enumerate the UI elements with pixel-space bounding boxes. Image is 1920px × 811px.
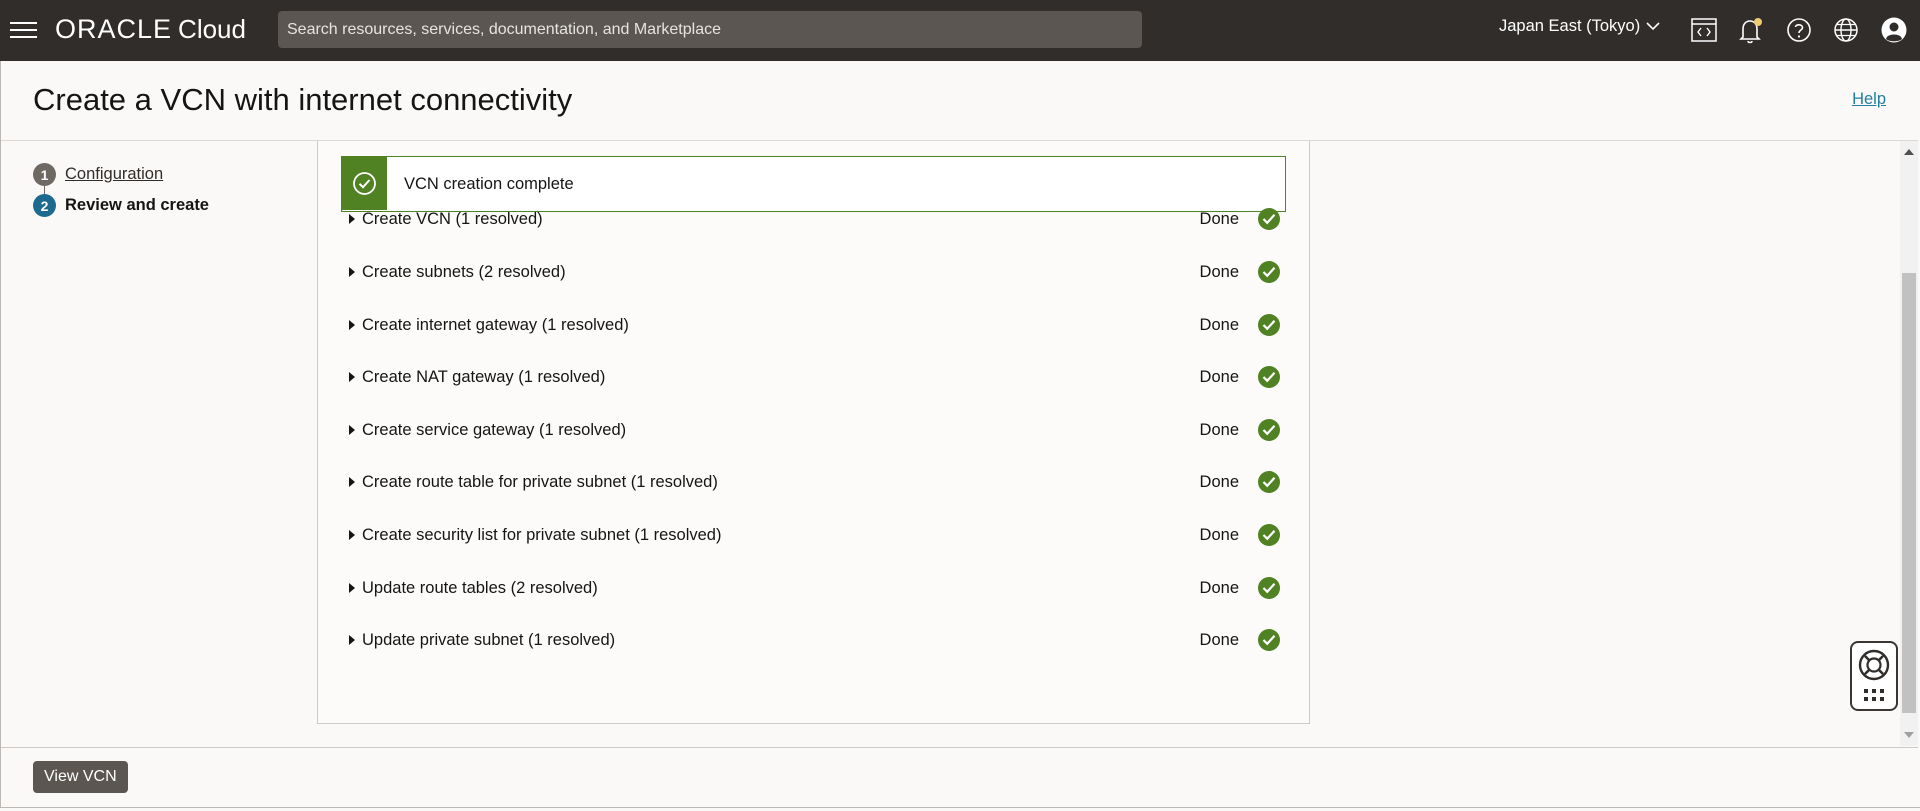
user-profile-icon[interactable] xyxy=(1879,15,1909,45)
region-label: Japan East (Tokyo) xyxy=(1499,17,1641,35)
task-status: Done xyxy=(1199,262,1239,281)
oracle-cloud-logo[interactable]: ORACLE Cloud xyxy=(55,14,246,46)
task-status: Done xyxy=(1199,525,1239,544)
check-circle-icon xyxy=(353,172,376,195)
task-row[interactable]: Create route table for private subnet (1… xyxy=(341,462,1286,502)
top-navigation-bar: ORACLE Cloud Japan East (Tokyo) xyxy=(0,0,1920,61)
check-circle-icon xyxy=(1258,577,1280,599)
page-header: Create a VCN with internet connectivity … xyxy=(1,61,1918,141)
task-label: Create VCN (1 resolved) xyxy=(362,209,543,228)
caret-right-icon[interactable] xyxy=(349,267,355,277)
caret-right-icon[interactable] xyxy=(349,372,355,382)
task-row[interactable]: Create subnets (2 resolved) Done xyxy=(341,252,1286,292)
check-circle-icon xyxy=(1258,314,1280,336)
scroll-down-arrow-icon[interactable] xyxy=(1904,732,1914,738)
task-label: Update route tables (2 resolved) xyxy=(362,578,598,597)
step-number-badge: 2 xyxy=(33,194,56,217)
task-label: Create NAT gateway (1 resolved) xyxy=(362,367,606,386)
lifebuoy-icon xyxy=(1858,649,1890,681)
task-status: Done xyxy=(1199,630,1239,649)
scroll-up-arrow-icon[interactable] xyxy=(1904,149,1914,155)
task-status: Done xyxy=(1199,209,1239,228)
frame-border xyxy=(0,61,1,811)
caret-right-icon[interactable] xyxy=(349,320,355,330)
step-configuration[interactable]: 1 Configuration xyxy=(33,163,163,186)
task-row[interactable]: Create VCN (1 resolved) Done xyxy=(341,199,1286,239)
bottom-border xyxy=(0,807,1920,811)
global-search-input[interactable] xyxy=(278,11,1142,48)
code-editor-icon[interactable] xyxy=(1689,15,1719,45)
task-label: Create subnets (2 resolved) xyxy=(362,262,566,281)
check-circle-icon xyxy=(1258,629,1280,651)
banner-message: VCN creation complete xyxy=(404,175,574,193)
task-label: Create security list for private subnet … xyxy=(362,525,722,544)
app-root: ORACLE Cloud Japan East (Tokyo) Create a… xyxy=(0,0,1920,811)
page-footer: View VCN xyxy=(1,747,1918,807)
caret-right-icon[interactable] xyxy=(349,635,355,645)
caret-right-icon[interactable] xyxy=(349,583,355,593)
task-label: Create internet gateway (1 resolved) xyxy=(362,315,629,334)
check-circle-icon xyxy=(1258,471,1280,493)
view-vcn-button[interactable]: View VCN xyxy=(33,761,128,793)
task-status: Done xyxy=(1199,315,1239,334)
creation-results-panel: VCN creation complete Create VCN (1 reso… xyxy=(317,141,1310,724)
task-label: Create route table for private subnet (1… xyxy=(362,472,718,491)
caret-right-icon[interactable] xyxy=(349,530,355,540)
task-label: Create service gateway (1 resolved) xyxy=(362,420,627,439)
task-row[interactable]: Create security list for private subnet … xyxy=(341,515,1286,555)
check-circle-icon xyxy=(1258,208,1280,230)
task-row[interactable]: Update private subnet (1 resolved) Done xyxy=(341,620,1286,660)
notification-bell-icon[interactable] xyxy=(1736,15,1766,45)
check-circle-icon xyxy=(1258,524,1280,546)
check-circle-icon xyxy=(1258,261,1280,283)
task-row[interactable]: Create NAT gateway (1 resolved) Done xyxy=(341,357,1286,397)
scrollbar-thumb[interactable] xyxy=(1902,273,1916,713)
logo-cloud-text: Cloud xyxy=(178,14,246,44)
vertical-scrollbar[interactable] xyxy=(1900,141,1918,746)
task-status: Done xyxy=(1199,578,1239,597)
check-circle-icon xyxy=(1258,366,1280,388)
caret-right-icon[interactable] xyxy=(349,214,355,224)
step-label-configuration[interactable]: Configuration xyxy=(65,165,163,184)
task-row[interactable]: Create internet gateway (1 resolved) Don… xyxy=(341,305,1286,345)
caret-right-icon[interactable] xyxy=(349,425,355,435)
chevron-down-icon xyxy=(1646,22,1660,31)
check-circle-icon xyxy=(1258,419,1280,441)
task-status: Done xyxy=(1199,472,1239,491)
region-selector[interactable]: Japan East (Tokyo) xyxy=(1499,17,1660,36)
step-review-and-create: 2 Review and create xyxy=(33,194,209,217)
task-status: Done xyxy=(1199,367,1239,386)
task-row[interactable]: Update route tables (2 resolved) Done xyxy=(341,568,1286,608)
step-number-badge: 1 xyxy=(33,163,56,186)
help-circle-icon[interactable] xyxy=(1784,15,1814,45)
task-status: Done xyxy=(1199,420,1239,439)
caret-right-icon[interactable] xyxy=(349,477,355,487)
page-title: Create a VCN with internet connectivity xyxy=(33,82,573,117)
apps-grid-icon xyxy=(1864,689,1884,701)
menu-icon[interactable] xyxy=(8,16,38,44)
step-label-review-and-create: Review and create xyxy=(65,196,209,214)
language-globe-icon[interactable] xyxy=(1831,15,1861,45)
task-label: Update private subnet (1 resolved) xyxy=(362,630,616,649)
support-widget[interactable] xyxy=(1850,641,1898,711)
task-row[interactable]: Create service gateway (1 resolved) Done xyxy=(341,410,1286,450)
help-link[interactable]: Help xyxy=(1852,90,1886,109)
logo-oracle-text: ORACLE xyxy=(55,14,173,44)
